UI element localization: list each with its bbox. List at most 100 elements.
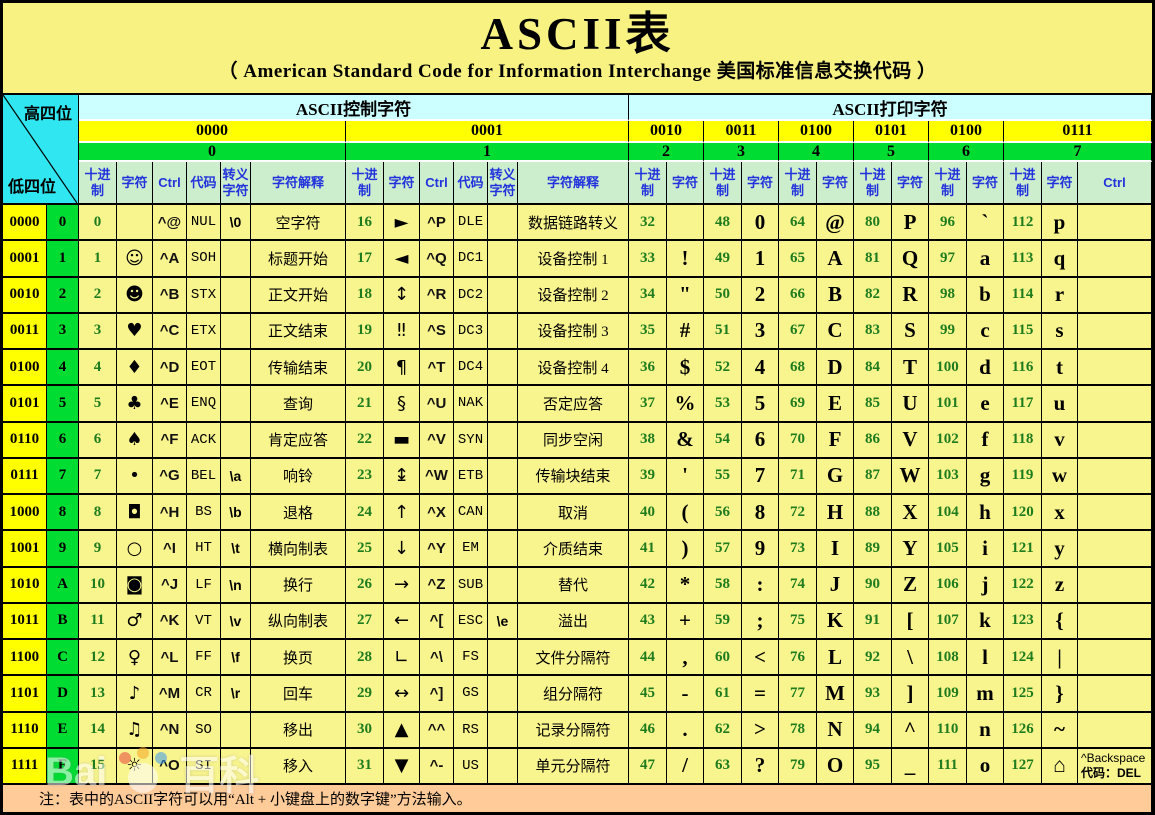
ctrl-spacer — [1078, 423, 1152, 459]
char-101: e — [967, 386, 1004, 422]
dec-8: 8 — [79, 495, 117, 531]
row-binary: 1001 — [3, 531, 47, 567]
col-binary-5: 0101 — [854, 121, 929, 143]
ctrl-spacer — [1078, 713, 1152, 749]
escape-24 — [488, 495, 518, 531]
char-47: / — [667, 749, 704, 785]
row-binary: 0101 — [3, 386, 47, 422]
explain-0: 空字符 — [251, 205, 346, 241]
dec-14: 14 — [79, 713, 117, 749]
escape-7: \a — [221, 459, 251, 495]
dec-33: 33 — [629, 241, 667, 277]
code-16: DLE — [454, 205, 488, 241]
char-112: p — [1042, 205, 1078, 241]
escape-20 — [488, 350, 518, 386]
high-nibble-label: 高四位 — [24, 100, 72, 124]
dec-30: 30 — [346, 713, 384, 749]
char-23: ↨ — [384, 459, 420, 495]
dec-104: 104 — [929, 495, 967, 531]
colhdr-dec: 十进制 — [704, 162, 742, 205]
char-86: V — [892, 423, 929, 459]
explain-5: 查询 — [251, 386, 346, 422]
code-4: EOT — [187, 350, 221, 386]
char-88: X — [892, 495, 929, 531]
ctrl-spacer — [1078, 568, 1152, 604]
explain-18: 设备控制 2 — [518, 278, 629, 314]
char-17: ◄ — [384, 241, 420, 277]
dec-56: 56 — [704, 495, 742, 531]
code-15: SI — [187, 749, 221, 785]
code-1: SOH — [187, 241, 221, 277]
dec-27: 27 — [346, 604, 384, 640]
dec-11: 11 — [79, 604, 117, 640]
col-binary-6: 0100 — [929, 121, 1004, 143]
row-hex: E — [47, 713, 79, 749]
escape-16 — [488, 205, 518, 241]
row-binary: 1000 — [3, 495, 47, 531]
dec-105: 105 — [929, 531, 967, 567]
dec-65: 65 — [779, 241, 817, 277]
dec-75: 75 — [779, 604, 817, 640]
dec-116: 116 — [1004, 350, 1042, 386]
dec-2: 2 — [79, 278, 117, 314]
char-72: H — [817, 495, 854, 531]
dec-62: 62 — [704, 713, 742, 749]
escape-17 — [488, 241, 518, 277]
dec-42: 42 — [629, 568, 667, 604]
char-2: ☻ — [117, 278, 153, 314]
char-60: < — [742, 640, 779, 676]
escape-26 — [488, 568, 518, 604]
dec-84: 84 — [854, 350, 892, 386]
char-68: D — [817, 350, 854, 386]
dec-39: 39 — [629, 459, 667, 495]
ctrl-spacer — [1078, 278, 1152, 314]
col-decimal-0: 0 — [79, 143, 346, 162]
ctrl-5: ^E — [153, 386, 187, 422]
dec-41: 41 — [629, 531, 667, 567]
code-24: CAN — [454, 495, 488, 531]
row-binary: 1110 — [3, 713, 47, 749]
char-117: u — [1042, 386, 1078, 422]
dec-77: 77 — [779, 676, 817, 712]
dec-119: 119 — [1004, 459, 1042, 495]
dec-83: 83 — [854, 314, 892, 350]
char-79: O — [817, 749, 854, 785]
col-binary-4: 0100 — [779, 121, 854, 143]
ctrl-4: ^D — [153, 350, 187, 386]
dec-20: 20 — [346, 350, 384, 386]
row-binary: 0100 — [3, 350, 47, 386]
ascii-table: 高四位 低四位 ASCII控制字符 ASCII打印字符 注：表中的ASCII字符… — [3, 95, 1152, 812]
dec-53: 53 — [704, 386, 742, 422]
char-92: \ — [892, 640, 929, 676]
char-26: → — [384, 568, 420, 604]
escape-1 — [221, 241, 251, 277]
explain-30: 记录分隔符 — [518, 713, 629, 749]
char-33: ! — [667, 241, 704, 277]
char-1: ☺ — [117, 241, 153, 277]
escape-11: \v — [221, 604, 251, 640]
char-31: ▼ — [384, 749, 420, 785]
dec-68: 68 — [779, 350, 817, 386]
dec-102: 102 — [929, 423, 967, 459]
colhdr-ctrl: Ctrl — [153, 162, 187, 205]
dec-108: 108 — [929, 640, 967, 676]
dec-1: 1 — [79, 241, 117, 277]
row-hex: 6 — [47, 423, 79, 459]
dec-66: 66 — [779, 278, 817, 314]
ctrl-24: ^X — [420, 495, 454, 531]
dec-32: 32 — [629, 205, 667, 241]
col-binary-2: 0010 — [629, 121, 704, 143]
char-76: L — [817, 640, 854, 676]
dec-125: 125 — [1004, 676, 1042, 712]
char-6: ♠ — [117, 423, 153, 459]
dec-47: 47 — [629, 749, 667, 785]
ctrl-spacer — [1078, 386, 1152, 422]
ctrl-15: ^O — [153, 749, 187, 785]
colhdr-char: 字符 — [667, 162, 704, 205]
ctrl-spacer — [1078, 205, 1152, 241]
dec-92: 92 — [854, 640, 892, 676]
dec-3: 3 — [79, 314, 117, 350]
char-82: R — [892, 278, 929, 314]
dec-101: 101 — [929, 386, 967, 422]
code-14: SO — [187, 713, 221, 749]
